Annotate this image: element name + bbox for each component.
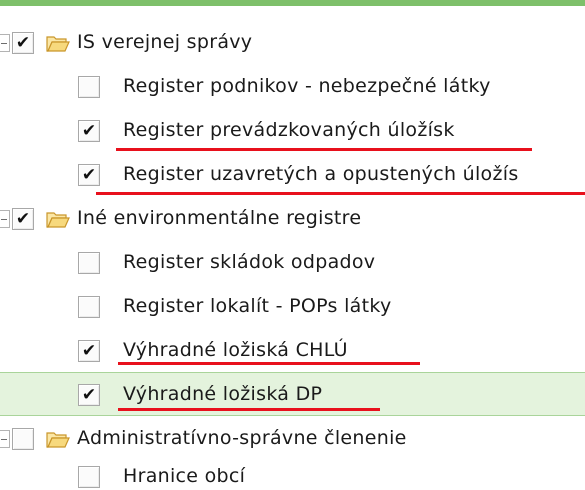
layer-label: Register lokalít - POPs látky bbox=[123, 295, 392, 317]
group-checkbox[interactable]: ✔ bbox=[12, 208, 34, 230]
folder-open-icon bbox=[46, 432, 70, 448]
tree-group-label: Iné environmentálne registre bbox=[77, 207, 362, 229]
annotation-underline bbox=[118, 408, 380, 411]
annotation-underline bbox=[96, 192, 585, 195]
layer-checkbox[interactable] bbox=[78, 296, 100, 318]
layer-checkbox[interactable]: ✔ bbox=[78, 120, 100, 142]
group-checkbox[interactable]: ✔ bbox=[12, 32, 34, 54]
tree-item-hranice-obci[interactable]: Hranice obcí bbox=[0, 454, 585, 490]
tree-item-vyhradne-loziska-dp[interactable]: ✔ Výhradné ložiská DP bbox=[0, 372, 585, 416]
layer-label: Register prevádzkovaných úložísk bbox=[123, 119, 455, 141]
layer-checkbox[interactable]: ✔ bbox=[78, 340, 100, 362]
panel-top-border bbox=[0, 0, 585, 6]
collapse-icon[interactable] bbox=[0, 430, 10, 448]
layer-label: Register skládok odpadov bbox=[123, 251, 376, 273]
tree-item-register-podnikov[interactable]: Register podnikov - nebezpečné látky bbox=[0, 64, 585, 108]
layer-checkbox[interactable] bbox=[78, 252, 100, 274]
annotation-underline bbox=[118, 362, 420, 365]
tree-group-label: IS verejnej správy bbox=[77, 31, 253, 53]
tree-group-is-verejnej-spravy[interactable]: ✔ IS verejnej správy bbox=[0, 20, 585, 64]
folder-open-icon bbox=[46, 36, 70, 52]
layer-label: Register uzavretých a opustených úložís bbox=[123, 163, 519, 185]
layer-label: Výhradné ložiská CHLÚ bbox=[123, 339, 348, 361]
folder-open-icon bbox=[46, 212, 70, 228]
layer-checkbox[interactable]: ✔ bbox=[78, 384, 100, 406]
tree-item-register-skladok-odpadov[interactable]: Register skládok odpadov bbox=[0, 240, 585, 284]
layer-checkbox[interactable] bbox=[78, 466, 100, 488]
layer-label: Register podnikov - nebezpečné látky bbox=[123, 75, 491, 97]
group-checkbox[interactable] bbox=[12, 428, 34, 450]
layer-checkbox[interactable] bbox=[78, 76, 100, 98]
collapse-icon[interactable] bbox=[0, 210, 10, 228]
tree-group-ine-environmentalne-registre[interactable]: ✔ Iné environmentálne registre bbox=[0, 196, 585, 240]
tree-group-label: Administratívno-správne členenie bbox=[77, 427, 407, 449]
annotation-underline bbox=[116, 148, 532, 151]
tree-item-register-prevadzkovanych-ulozisk[interactable]: ✔ Register prevádzkovaných úložísk bbox=[0, 108, 585, 152]
collapse-icon[interactable] bbox=[0, 34, 10, 52]
tree-item-register-uzavretych-ulozisk[interactable]: ✔ Register uzavretých a opustených úloží… bbox=[0, 152, 585, 196]
tree-item-vyhradne-loziska-chlu[interactable]: ✔ Výhradné ložiská CHLÚ bbox=[0, 328, 585, 372]
tree-item-register-lokalit-pops[interactable]: Register lokalít - POPs látky bbox=[0, 284, 585, 328]
layer-checkbox[interactable]: ✔ bbox=[78, 164, 100, 186]
layer-label: Hranice obcí bbox=[123, 465, 246, 487]
layer-label: Výhradné ložiská DP bbox=[123, 383, 323, 405]
